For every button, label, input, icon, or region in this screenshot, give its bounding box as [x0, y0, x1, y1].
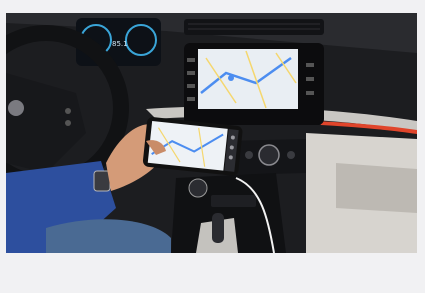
- wheel-button: [65, 108, 71, 114]
- gear-selector: [212, 213, 224, 243]
- screen-button: [187, 71, 195, 75]
- map-pin: [228, 75, 234, 81]
- car-interior-illustration: 85.1: [6, 13, 417, 253]
- wheel-button: [65, 120, 71, 126]
- caption-area: [6, 253, 417, 286]
- screen-button: [187, 97, 195, 101]
- wristwatch: [93, 170, 111, 192]
- climate-knob: [258, 144, 280, 166]
- steering-logo: [8, 100, 24, 116]
- car-interior-photo: 85.1: [6, 13, 417, 253]
- screen-button: [306, 91, 314, 95]
- climate-button: [287, 151, 295, 159]
- image-frame: 85.1: [0, 0, 425, 293]
- cluster-readout: 85.1: [112, 40, 128, 48]
- screen-button: [187, 84, 195, 88]
- air-vent: [184, 19, 324, 35]
- screen-button: [306, 63, 314, 67]
- climate-button: [245, 151, 253, 159]
- console-buttons: [211, 195, 256, 207]
- start-button: [188, 178, 208, 198]
- screen-button: [187, 58, 195, 62]
- glovebox: [336, 163, 417, 213]
- screen-button: [306, 77, 314, 81]
